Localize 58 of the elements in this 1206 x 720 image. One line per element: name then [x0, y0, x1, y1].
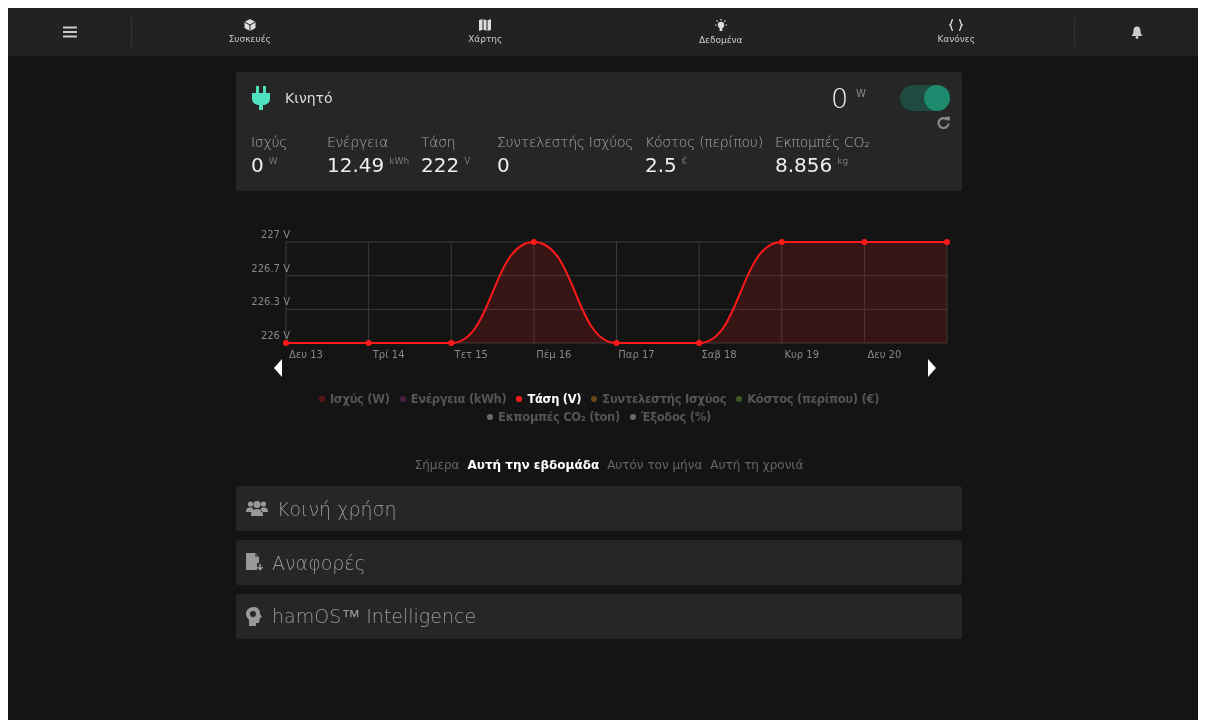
period-tab[interactable]: Σήμερα	[414, 458, 460, 472]
bell-icon[interactable]	[1130, 25, 1143, 39]
document-download-icon	[246, 553, 263, 572]
axis-label: Πέμ 16	[536, 349, 572, 360]
axis-label: 226.3 V	[251, 296, 290, 308]
axis-label: Δευ 13	[289, 349, 323, 360]
cube-icon	[243, 19, 256, 31]
metric-label: Εκπομπές CO₂	[775, 134, 870, 150]
next-arrow-icon[interactable]	[928, 359, 936, 377]
metric-label: Κόστος (περίπου)	[645, 134, 764, 150]
refresh-icon[interactable]	[937, 116, 950, 129]
axis-label: Δευ 20	[867, 349, 902, 360]
axis-label: Τετ 15	[454, 349, 488, 360]
braces-icon	[949, 19, 964, 31]
menu-icon[interactable]	[62, 26, 77, 38]
legend-item[interactable]: Τάση (V)	[516, 392, 582, 406]
axis-label: 226.7 V	[251, 262, 290, 274]
map-icon	[479, 19, 492, 31]
toggle-switch[interactable]	[900, 85, 950, 111]
unit-label: W	[268, 156, 278, 166]
metric-value: 12.49	[327, 153, 385, 177]
period-tab[interactable]: Αυτή την εβδομάδα	[467, 458, 600, 472]
section-header[interactable]: Κοινή χρήση	[236, 486, 962, 531]
nav-item[interactable]: Χάρτης	[367, 19, 603, 45]
period-tab[interactable]: Αυτόν τον μήνα	[607, 458, 703, 472]
metric-label: Συντελεστής Ισχύος	[497, 134, 635, 150]
unit-label: kWh	[389, 156, 410, 166]
unit-label: kg	[837, 156, 849, 166]
metric-value: 2.5	[645, 153, 677, 177]
device-name: Κινητό	[285, 90, 334, 106]
plug-icon	[251, 86, 271, 110]
section-header[interactable]: Αναφορές	[236, 540, 962, 585]
previous-arrow-icon[interactable]	[274, 359, 282, 377]
axis-label: Σαβ 18	[701, 349, 737, 360]
head-icon	[246, 607, 263, 626]
lightbulb-icon	[713, 19, 728, 32]
metric-value: 0	[251, 153, 264, 177]
metric-label: Ενέργεια	[327, 134, 390, 150]
users-icon	[246, 500, 268, 517]
unit-label: V	[464, 156, 471, 166]
axis-label: Παρ 17	[618, 349, 655, 360]
nav-item[interactable]: Συσκευές	[132, 19, 368, 45]
axis-label: 227 V	[260, 229, 290, 240]
section-header[interactable]: hamOS™ Intelligence	[236, 594, 962, 639]
axis-label: Τρί 14	[372, 349, 405, 360]
metric-value: 8.856	[775, 153, 833, 177]
period-tab[interactable]: Αυτή τη χρονιά	[710, 458, 804, 472]
unit-label: €	[681, 156, 688, 166]
unit-label: W	[856, 88, 866, 99]
nav-item[interactable]: Κανόνες	[838, 19, 1074, 45]
metric-value: 222	[421, 153, 460, 177]
axis-label: 226 V	[260, 330, 290, 341]
power-reading: 0	[830, 82, 849, 114]
nav-item[interactable]: Δεδομένα	[603, 19, 839, 45]
metric-label: Ισχύς	[251, 134, 289, 150]
metric-label: Τάση	[421, 134, 457, 150]
metric-value: 0	[497, 153, 510, 177]
axis-label: Κυρ 19	[784, 349, 820, 360]
